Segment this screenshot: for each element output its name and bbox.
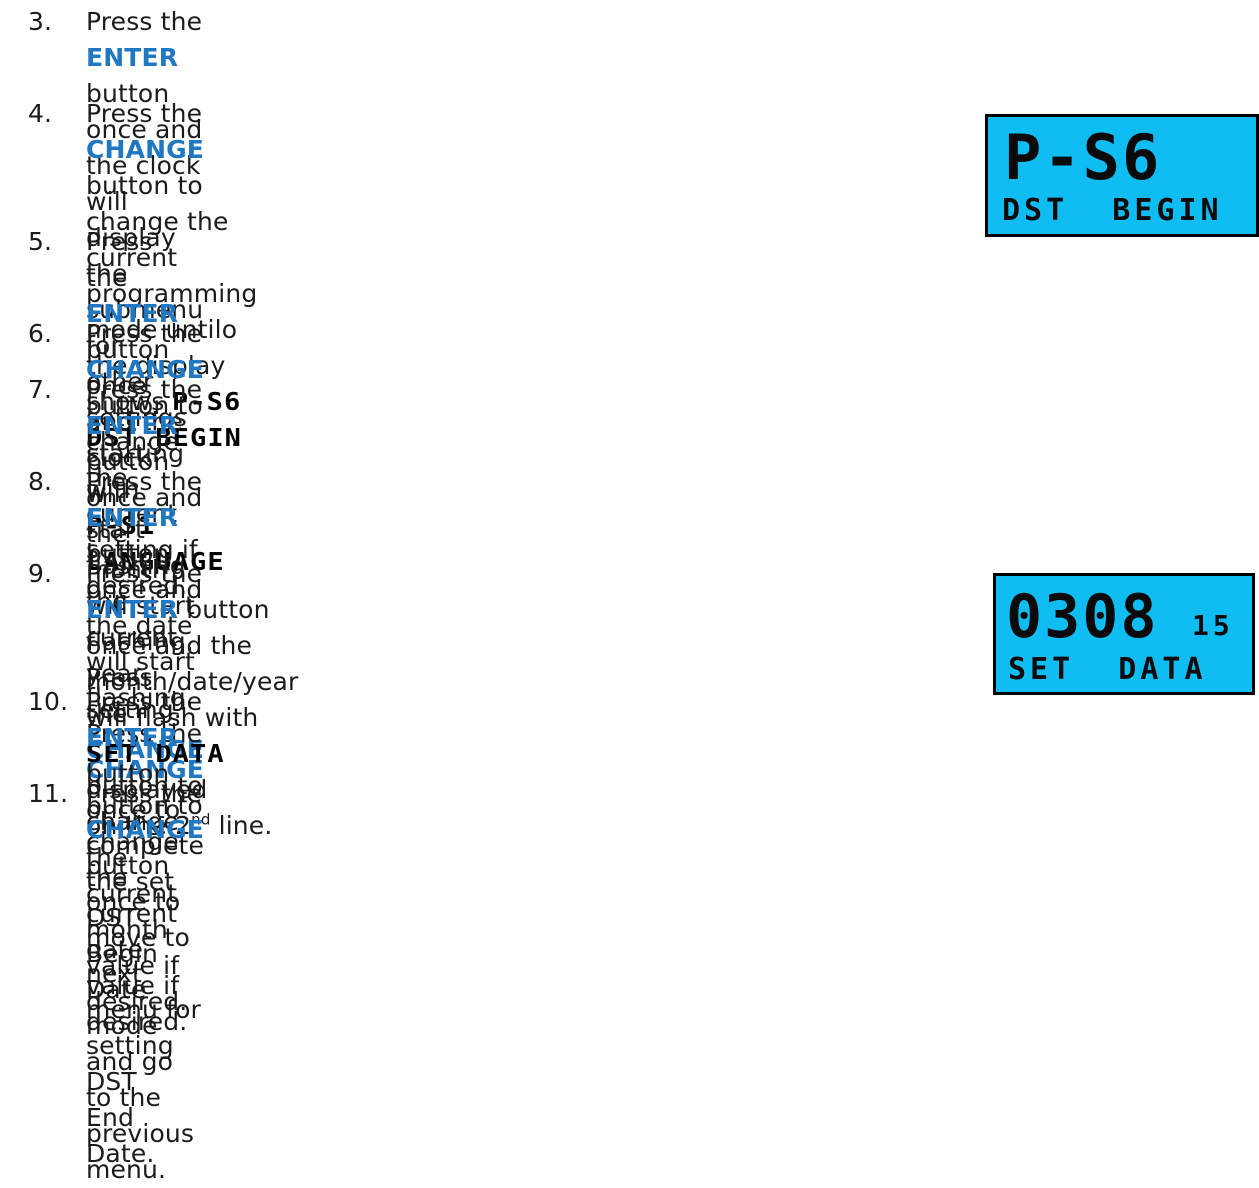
step-line: Press the CHANGE button once to move to …	[86, 779, 205, 1096]
lcd-display-p-s6: P-S6 DST BEGIN	[985, 114, 1259, 237]
change-keyword: CHANGE	[86, 815, 205, 844]
step-number: 10.	[28, 687, 69, 716]
enter-keyword: ENTER	[86, 723, 179, 752]
lcd-line-2: SET DATA	[1008, 652, 1207, 687]
manual-page: 3. Press the ENTER button once and the c…	[0, 0, 1259, 1184]
step-number: 6.	[28, 319, 53, 348]
step-number: 5.	[28, 227, 53, 256]
step-number: 9.	[28, 559, 53, 588]
step-number: 11.	[28, 779, 69, 808]
step-number: 8.	[28, 467, 53, 496]
step-number: 3.	[28, 7, 53, 36]
change-keyword: CHANGE	[86, 135, 205, 164]
enter-keyword: ENTER	[86, 503, 179, 532]
lcd-line-1: 0308	[1006, 582, 1159, 652]
enter-keyword: ENTER	[86, 595, 179, 624]
step-text: Press the CHANGE button once to move to …	[86, 776, 204, 1172]
enter-keyword: ENTER	[86, 411, 179, 440]
step-line: Press the ENTER button once and the	[86, 559, 270, 660]
step-number: 4.	[28, 99, 53, 128]
lcd-line-1: P-S6	[1004, 121, 1162, 194]
step-number: 7.	[28, 375, 53, 404]
enter-keyword: ENTER	[86, 43, 179, 72]
lcd-line-2: DST BEGIN	[1002, 193, 1223, 228]
lcd-display-set-data: 0308 15 SET DATA	[993, 573, 1255, 695]
lcd-line-1-small: 15	[1192, 609, 1234, 642]
step-line: End Date.	[86, 1103, 155, 1168]
